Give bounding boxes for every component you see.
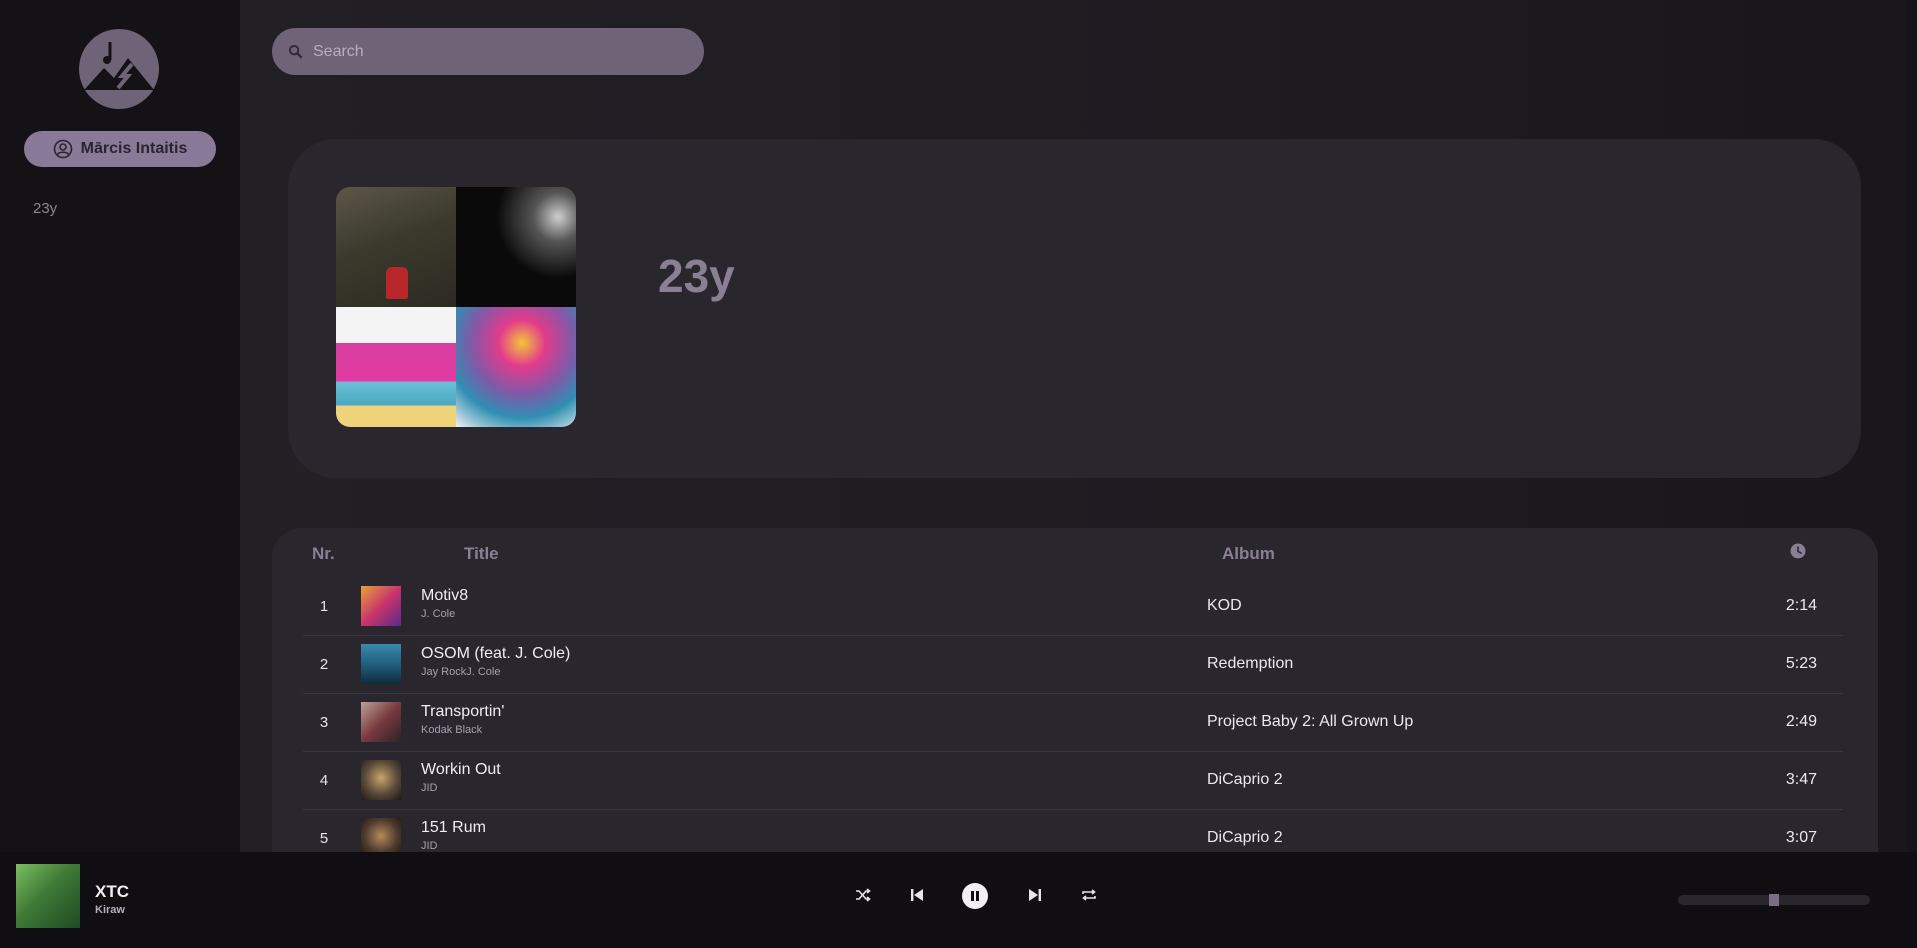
track-title: Transportin': [421, 703, 505, 720]
cover-art-2: [456, 187, 576, 307]
track-artist[interactable]: JID: [421, 840, 438, 852]
cover-art-1: [336, 187, 456, 307]
search-input[interactable]: [313, 42, 673, 61]
pause-icon: [971, 891, 979, 901]
column-header-title[interactable]: Title: [464, 544, 499, 564]
track-artist[interactable]: Kodak Black: [421, 724, 482, 736]
track-duration: 2:49: [1785, 713, 1817, 730]
table-row[interactable]: 4 Workin Out JID DiCaprio 2 3:47: [303, 752, 1843, 810]
next-button[interactable]: [1022, 882, 1048, 908]
clock-icon: [1790, 543, 1806, 559]
table-row[interactable]: 2 OSOM (feat. J. Cole) Jay RockJ. Cole R…: [303, 636, 1843, 694]
previous-button[interactable]: [904, 882, 930, 908]
volume-slider[interactable]: [1678, 894, 1870, 906]
skip-back-icon: [911, 889, 923, 901]
column-header-nr[interactable]: Nr.: [312, 544, 335, 564]
track-art: [361, 702, 401, 742]
column-header-album[interactable]: Album: [1222, 544, 1275, 564]
track-duration: 3:47: [1785, 771, 1817, 788]
track-title: 151 Rum: [421, 819, 486, 836]
track-number: 1: [319, 598, 329, 615]
user-circle-icon: [53, 139, 72, 159]
cover-art-4: [456, 307, 576, 427]
track-artist[interactable]: JID: [421, 782, 438, 794]
playlist-cover-mosaic: [336, 187, 576, 427]
shuffle-button[interactable]: [850, 882, 876, 908]
table-row[interactable]: 3 Transportin' Kodak Black Project Baby …: [303, 694, 1843, 752]
track-artist[interactable]: Jay RockJ. Cole: [421, 666, 500, 678]
repeat-button[interactable]: [1076, 882, 1102, 908]
table-row[interactable]: 5 151 Rum JID DiCaprio 2 3:07: [303, 810, 1843, 852]
track-duration: 3:07: [1785, 829, 1817, 846]
app-logo[interactable]: [78, 28, 160, 110]
track-number: 4: [319, 772, 329, 789]
track-art: [361, 644, 401, 684]
now-playing-title[interactable]: XTC: [95, 882, 129, 902]
track-artist[interactable]: J. Cole: [421, 608, 455, 620]
track-art: [361, 586, 401, 626]
track-album[interactable]: DiCaprio 2: [1207, 829, 1283, 847]
track-title: Motiv8: [421, 587, 469, 604]
pause-button[interactable]: [962, 883, 988, 909]
search-icon: [288, 44, 303, 59]
user-profile-button[interactable]: Mārcis Intaitis: [24, 131, 216, 167]
repeat-icon: [1082, 889, 1096, 901]
skip-forward-icon: [1029, 889, 1041, 901]
track-art: [361, 818, 401, 852]
volume-thumb[interactable]: [1769, 894, 1779, 906]
player-bar: XTC Kiraw: [0, 852, 1917, 948]
track-album[interactable]: DiCaprio 2: [1207, 771, 1283, 789]
cover-art-3: [336, 307, 456, 427]
page-scrollbar[interactable]: [1907, 0, 1917, 852]
track-number: 3: [319, 714, 329, 731]
track-title: OSOM (feat. J. Cole): [421, 645, 571, 662]
table-row[interactable]: 1 Motiv8 J. Cole KOD 2:14: [303, 578, 1843, 636]
track-title: Workin Out: [421, 761, 501, 778]
playlist-title: 23y: [658, 250, 735, 302]
track-album[interactable]: KOD: [1207, 597, 1242, 615]
track-duration: 2:14: [1785, 597, 1817, 614]
now-playing-artist[interactable]: Kiraw: [95, 904, 125, 916]
track-art: [361, 760, 401, 800]
track-table: Nr. Title Album 1 Motiv8 J. Cole KOD 2:1…: [272, 528, 1878, 852]
playlist-header: 23y: [288, 139, 1861, 478]
search-bar[interactable]: [272, 28, 704, 75]
track-number: 5: [319, 830, 329, 847]
user-name: Mārcis Intaitis: [80, 140, 188, 157]
sidebar-playlist-item[interactable]: 23y: [33, 200, 57, 217]
track-album[interactable]: Redemption: [1207, 655, 1293, 673]
track-album[interactable]: Project Baby 2: All Grown Up: [1207, 713, 1413, 731]
track-number: 2: [319, 656, 329, 673]
track-duration: 5:23: [1785, 655, 1817, 672]
now-playing-art[interactable]: [16, 864, 80, 928]
shuffle-icon: [856, 888, 871, 902]
sidebar: Mārcis Intaitis 23y: [0, 0, 240, 852]
